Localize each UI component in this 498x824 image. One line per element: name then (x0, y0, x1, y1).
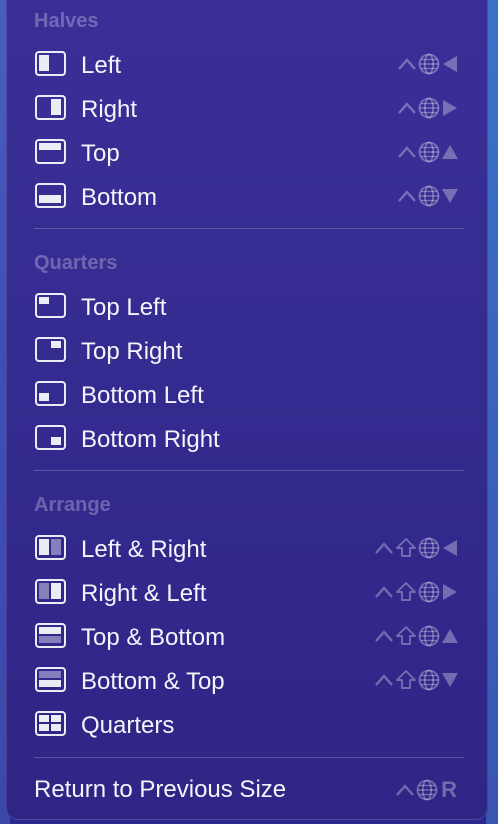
globe-key-icon (418, 581, 440, 603)
menu-item-quarters[interactable]: Quarters (7, 703, 487, 747)
menu-item-bottom-right[interactable]: Bottom Right (7, 417, 487, 461)
menu-item-label: Top & Bottom (81, 624, 226, 651)
control-key-icon (398, 58, 416, 70)
control-key-icon (398, 102, 416, 114)
bottom-right-quarter-icon (35, 425, 66, 450)
menu-item-top-right[interactable]: Top Right (7, 329, 487, 373)
menu-item-label: Bottom (81, 184, 158, 211)
top-half-icon (35, 139, 66, 164)
control-key-icon (396, 784, 415, 796)
menu-item-label: Bottom Right (81, 426, 220, 453)
down-arrow-key-icon (442, 189, 458, 203)
left-arrow-key-icon (443, 540, 457, 556)
shortcut-ctrl-globe-down (397, 185, 459, 207)
left-arrow-key-icon (443, 56, 457, 72)
top-and-bottom-icon (35, 623, 66, 648)
up-arrow-key-icon (442, 629, 458, 643)
quarters-grid-icon (35, 711, 66, 736)
control-key-icon (375, 630, 393, 642)
menu-item-top-left[interactable]: Top Left (7, 285, 487, 329)
bottom-half-icon (35, 183, 66, 208)
globe-key-icon (418, 141, 440, 163)
shift-key-icon (396, 582, 416, 601)
right-arrow-key-icon (443, 100, 457, 116)
shortcut-ctrl-shift-globe-right (374, 581, 459, 603)
control-key-icon (375, 674, 393, 686)
shortcut-ctrl-shift-globe-up (374, 625, 459, 647)
bottom-and-top-icon (35, 667, 66, 692)
shortcut-ctrl-shift-globe-down (374, 669, 459, 691)
menu-item-right-and-left[interactable]: Right & Left (7, 571, 487, 615)
menu-divider (34, 228, 464, 229)
globe-key-icon (418, 53, 440, 75)
menu-item-right[interactable]: Right (7, 87, 487, 131)
top-right-quarter-icon (35, 337, 66, 362)
shortcut-ctrl-globe-r: R (395, 779, 457, 801)
bottom-left-quarter-icon (35, 381, 66, 406)
menu-item-label: Top Left (81, 294, 167, 321)
shortcut-ctrl-shift-globe-left (374, 537, 459, 559)
right-arrow-key-icon (443, 584, 457, 600)
menu-item-label: Top Right (81, 338, 183, 365)
menu-item-bottom-and-top[interactable]: Bottom & Top (7, 659, 487, 703)
menu-item-label: Bottom & Top (81, 668, 225, 695)
globe-key-icon (418, 185, 440, 207)
menu-item-top-and-bottom[interactable]: Top & Bottom (7, 615, 487, 659)
globe-key-icon (418, 669, 440, 691)
control-key-icon (398, 146, 416, 158)
menu-item-left[interactable]: Left (7, 43, 487, 87)
up-arrow-key-icon (442, 145, 458, 159)
menu-item-label: Top (81, 140, 120, 167)
control-key-icon (375, 586, 393, 598)
section-header-halves: Halves (34, 10, 99, 32)
control-key-icon (398, 190, 416, 202)
left-and-right-icon (35, 535, 66, 560)
globe-key-icon (418, 537, 440, 559)
shortcut-ctrl-globe-right (397, 97, 459, 119)
section-header-arrange: Arrange (34, 494, 111, 516)
globe-key-icon (416, 779, 438, 801)
r-key: R (441, 777, 457, 802)
menu-item-label: Bottom Left (81, 382, 204, 409)
menu-item-label: Left & Right (81, 536, 207, 563)
menu-item-label: Right & Left (81, 580, 207, 607)
globe-key-icon (418, 625, 440, 647)
tile-menu: Halves Left Right Top Bottom Quarters To… (6, 0, 488, 820)
menu-item-label: Quarters (81, 712, 175, 739)
shortcut-ctrl-globe-up (397, 141, 459, 163)
globe-key-icon (418, 97, 440, 119)
menu-divider (34, 470, 464, 471)
menu-item-left-and-right[interactable]: Left & Right (7, 527, 487, 571)
shift-key-icon (396, 670, 416, 689)
menu-item-label: Left (81, 52, 122, 79)
menu-item-return-to-previous-size[interactable]: Return to Previous Size (34, 776, 286, 804)
control-key-icon (375, 542, 393, 554)
shortcut-ctrl-globe-left (397, 53, 459, 75)
menu-item-bottom-left[interactable]: Bottom Left (7, 373, 487, 417)
menu-item-top[interactable]: Top (7, 131, 487, 175)
menu-divider (34, 757, 464, 758)
shift-key-icon (396, 626, 416, 645)
menu-item-label: Right (81, 96, 138, 123)
left-half-icon (35, 51, 66, 76)
right-half-icon (35, 95, 66, 120)
right-and-left-icon (35, 579, 66, 604)
section-header-quarters: Quarters (34, 252, 118, 274)
top-left-quarter-icon (35, 293, 66, 318)
down-arrow-key-icon (442, 673, 458, 687)
shift-key-icon (396, 538, 416, 557)
menu-item-bottom[interactable]: Bottom (7, 175, 487, 219)
